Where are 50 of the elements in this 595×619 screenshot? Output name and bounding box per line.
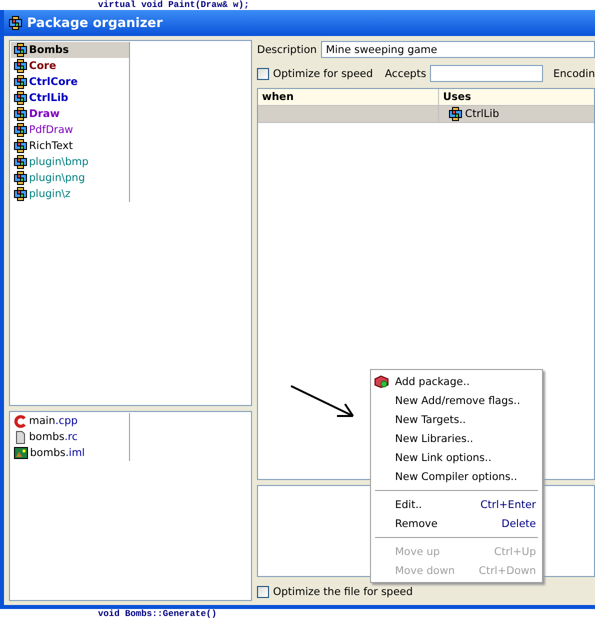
menu-item[interactable]: New Compiler options.. xyxy=(371,467,542,486)
checkbox-label: Optimize for speed xyxy=(273,68,373,80)
file-item[interactable]: main.cpp xyxy=(11,413,129,429)
c-icon xyxy=(14,414,27,428)
accepts-label: Accepts xyxy=(384,68,426,80)
package-icon xyxy=(14,155,27,169)
menu-item[interactable]: New Libraries.. xyxy=(371,429,542,448)
package-icon xyxy=(14,107,27,121)
package-icon xyxy=(449,107,462,121)
file-item[interactable]: bombs.rc xyxy=(11,429,129,445)
package-item[interactable]: plugin\png xyxy=(11,170,129,186)
menu-item[interactable]: New Targets.. xyxy=(371,410,542,429)
description-field[interactable]: Mine sweeping game xyxy=(320,41,595,58)
column-header[interactable]: Uses xyxy=(439,89,472,105)
package-icon xyxy=(14,171,27,185)
table-row[interactable]: CtrlLib xyxy=(258,106,594,123)
package-item[interactable]: CtrlLib xyxy=(11,90,129,106)
menu-item[interactable]: New Link options.. xyxy=(371,448,542,467)
package-item[interactable]: CtrlCore xyxy=(11,74,129,90)
checkbox-label: Optimize the file for speed xyxy=(273,586,413,598)
package-icon xyxy=(14,43,27,57)
table-cell: CtrlLib xyxy=(465,108,500,120)
menu-item[interactable]: Add package.. xyxy=(371,372,542,391)
package-icon xyxy=(14,123,27,137)
package-item[interactable]: Core xyxy=(11,58,129,74)
package-icon xyxy=(14,139,27,153)
checkbox[interactable] xyxy=(257,68,269,80)
document-icon xyxy=(14,430,27,444)
package-item[interactable]: Bombs xyxy=(11,42,129,58)
package-item[interactable]: RichText xyxy=(11,138,129,154)
image-icon xyxy=(14,447,28,459)
window-title: Package organizer xyxy=(27,16,163,30)
package-icon xyxy=(14,187,27,201)
file-item[interactable]: bombs.iml xyxy=(11,445,129,461)
package-icon xyxy=(14,91,27,105)
column-header[interactable]: when xyxy=(258,89,439,105)
accepts-field[interactable] xyxy=(430,65,544,82)
menu-item[interactable]: Remove Delete xyxy=(371,514,542,533)
package-item[interactable]: plugin\z xyxy=(11,186,129,202)
package-icon xyxy=(14,59,27,73)
menu-item[interactable]: New Add/remove flags.. xyxy=(371,391,542,410)
package-icon xyxy=(9,16,22,30)
package-icon xyxy=(14,75,27,89)
description-label: Description xyxy=(257,44,317,56)
menu-item[interactable]: Edit.. Ctrl+Enter xyxy=(371,495,542,514)
package-item[interactable]: plugin\bmp xyxy=(11,154,129,170)
encoding-label: Encodin xyxy=(553,68,595,80)
package-item[interactable]: PdfDraw xyxy=(11,122,129,138)
package-item[interactable]: Draw xyxy=(11,106,129,122)
checkbox[interactable] xyxy=(257,586,269,598)
